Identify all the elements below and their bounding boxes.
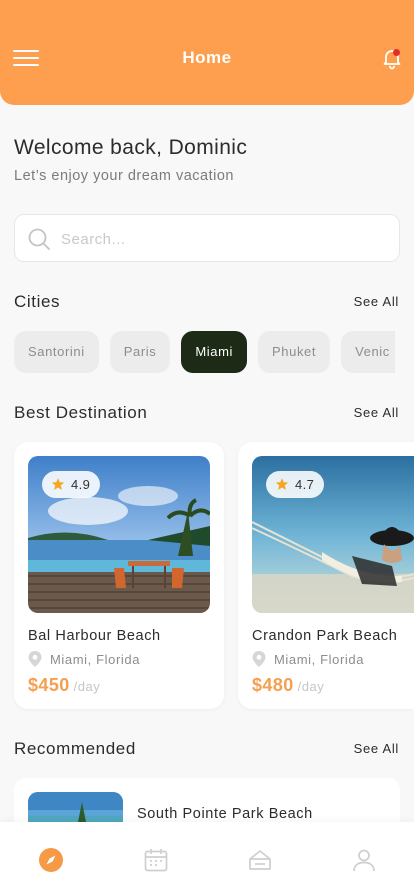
- destination-name: Bal Harbour Beach: [28, 628, 161, 644]
- best-destination-see-all-link[interactable]: See All: [354, 405, 399, 420]
- tab-calendar[interactable]: [143, 847, 169, 873]
- recommended-name: South Pointe Park Beach: [137, 806, 313, 822]
- search-icon: [27, 227, 51, 251]
- city-chip-venice[interactable]: Venic: [341, 331, 396, 373]
- destination-image: 4.7: [252, 456, 414, 613]
- calendar-icon: [143, 849, 169, 877]
- bottom-tab-bar: [0, 822, 414, 896]
- destination-name: Crandon Park Beach: [252, 628, 398, 644]
- rating-badge: 4.9: [42, 471, 101, 498]
- destination-location-text: Miami, Florida: [50, 652, 141, 667]
- bell-icon[interactable]: [380, 46, 404, 70]
- price-value: $480: [252, 675, 294, 695]
- app-header: Home: [0, 0, 414, 105]
- cities-section-title: Cities: [14, 292, 61, 311]
- city-chip-paris[interactable]: Paris: [109, 331, 171, 373]
- price-unit: /day: [297, 679, 325, 694]
- best-destination-section-title: Best Destination: [14, 403, 148, 422]
- destination-price: $450/day: [28, 675, 100, 696]
- tab-profile[interactable]: [351, 847, 377, 873]
- notification-dot: [393, 49, 400, 56]
- star-icon: [51, 473, 65, 490]
- city-chip-miami[interactable]: Miami: [181, 331, 248, 373]
- tab-tickets[interactable]: [247, 847, 273, 873]
- search-bar[interactable]: [14, 214, 400, 262]
- destination-image: 4.9: [28, 456, 210, 613]
- city-chip-santorini[interactable]: Santorini: [14, 331, 99, 373]
- ticket-icon: [247, 850, 273, 877]
- cities-see-all-link[interactable]: See All: [354, 294, 399, 309]
- price-value: $450: [28, 675, 70, 695]
- rating-value: 4.9: [71, 477, 91, 492]
- recommended-see-all-link[interactable]: See All: [354, 741, 399, 756]
- rating-badge: 4.7: [266, 471, 325, 498]
- price-unit: /day: [73, 679, 101, 694]
- page-title: Home: [182, 48, 232, 67]
- compass-icon: [38, 848, 64, 877]
- welcome-subtitle: Let’s enjoy your dream vacation: [14, 168, 234, 184]
- destination-location: Miami, Florida: [28, 651, 140, 667]
- welcome-title: Welcome back, Dominic: [14, 136, 248, 159]
- destination-card[interactable]: 4.9 Bal Harbour Beach Miami, Florida $45…: [14, 442, 224, 709]
- tab-explore[interactable]: [38, 847, 64, 873]
- city-chip-list: Santorini Paris Miami Phuket Venic: [14, 331, 406, 373]
- location-pin-icon: [28, 651, 42, 667]
- profile-icon: [351, 849, 377, 877]
- recommended-section-title: Recommended: [14, 739, 136, 758]
- star-icon: [275, 473, 289, 490]
- city-chip-phuket[interactable]: Phuket: [258, 331, 331, 373]
- search-input[interactable]: [61, 227, 381, 251]
- destination-location-text: Miami, Florida: [274, 652, 365, 667]
- location-pin-icon: [252, 651, 266, 667]
- destination-price: $480/day: [252, 675, 324, 696]
- destination-location: Miami, Florida: [252, 651, 364, 667]
- rating-value: 4.7: [295, 477, 315, 492]
- destination-card[interactable]: 4.7 Crandon Park Beach Miami, Florida $4…: [238, 442, 414, 709]
